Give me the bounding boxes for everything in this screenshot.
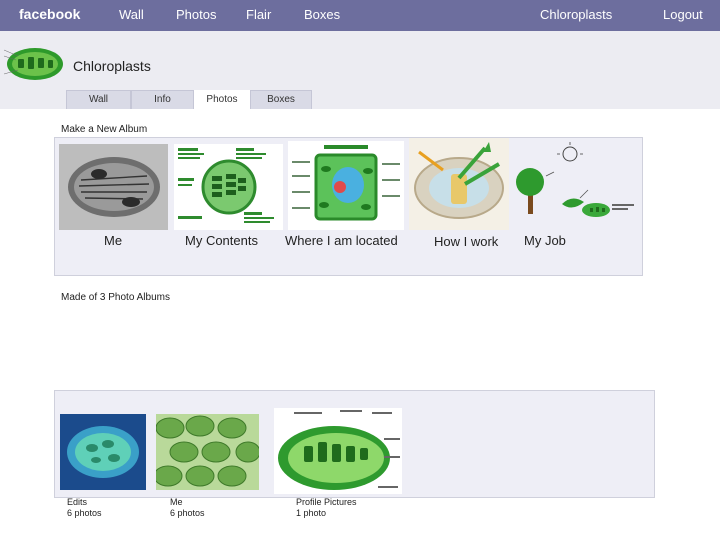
tab-wall[interactable]: Wall [66, 90, 131, 109]
album-caption-where-located[interactable]: Where I am located [285, 233, 398, 248]
nav-boxes[interactable]: Boxes [304, 7, 340, 22]
album-edits-info[interactable]: Edits 6 photos [67, 497, 102, 519]
photo-albums-panel: Edits 6 photos Me 6 photos Profile Pictu… [54, 390, 655, 518]
profile-picture-thumbnail[interactable] [2, 40, 68, 86]
nav-flair[interactable]: Flair [246, 7, 271, 22]
blue-chloroplast-image[interactable] [60, 414, 146, 490]
top-bar: facebook Wall Photos Flair Boxes Chlorop… [0, 0, 720, 31]
nav-profile-link[interactable]: Chloroplasts [540, 7, 612, 22]
album-profile-pictures-count: 1 photo [296, 508, 327, 518]
album-edits-count: 6 photos [67, 508, 102, 518]
album-me-info[interactable]: Me 6 photos [170, 497, 205, 519]
tab-info[interactable]: Info [131, 90, 194, 109]
make-new-album-link[interactable]: Make a New Album [61, 124, 147, 135]
nav-photos[interactable]: Photos [176, 7, 216, 22]
green-cells-image[interactable] [156, 414, 259, 490]
profile-name: Chloroplasts [73, 58, 151, 74]
logout-link[interactable]: Logout [663, 7, 703, 22]
nav-wall[interactable]: Wall [119, 7, 144, 22]
profile-header: Chloroplasts Wall Info Photos Boxes [0, 31, 720, 109]
album-caption-how-i-work[interactable]: How I work [434, 234, 498, 249]
chloroplast-cutaway-image[interactable] [274, 408, 402, 494]
album-caption-my-contents[interactable]: My Contents [185, 233, 258, 248]
album-caption-my-job[interactable]: My Job [524, 233, 566, 248]
chloroplast-micrograph-image[interactable] [59, 144, 168, 230]
facebook-logo[interactable]: facebook [19, 6, 80, 22]
new-album-panel: Me My Contents Where I am located How I … [54, 137, 643, 276]
tree-leaf-sun-image[interactable] [510, 142, 640, 230]
photosynthesis-diagram-image[interactable] [409, 138, 509, 230]
plant-cell-image[interactable] [288, 141, 404, 230]
album-me-title[interactable]: Me [170, 497, 205, 508]
album-me-count: 6 photos [170, 508, 205, 518]
album-caption-me[interactable]: Me [104, 233, 122, 248]
chloroplast-diagram-image[interactable] [174, 144, 283, 230]
made-of-albums-label: Made of 3 Photo Albums [61, 292, 170, 303]
tab-photos[interactable]: Photos [194, 90, 250, 109]
album-profile-pictures-title[interactable]: Profile Pictures [296, 497, 357, 508]
album-profile-pictures-info[interactable]: Profile Pictures 1 photo [296, 497, 357, 519]
tab-boxes[interactable]: Boxes [250, 90, 312, 109]
album-edits-title[interactable]: Edits [67, 497, 102, 508]
